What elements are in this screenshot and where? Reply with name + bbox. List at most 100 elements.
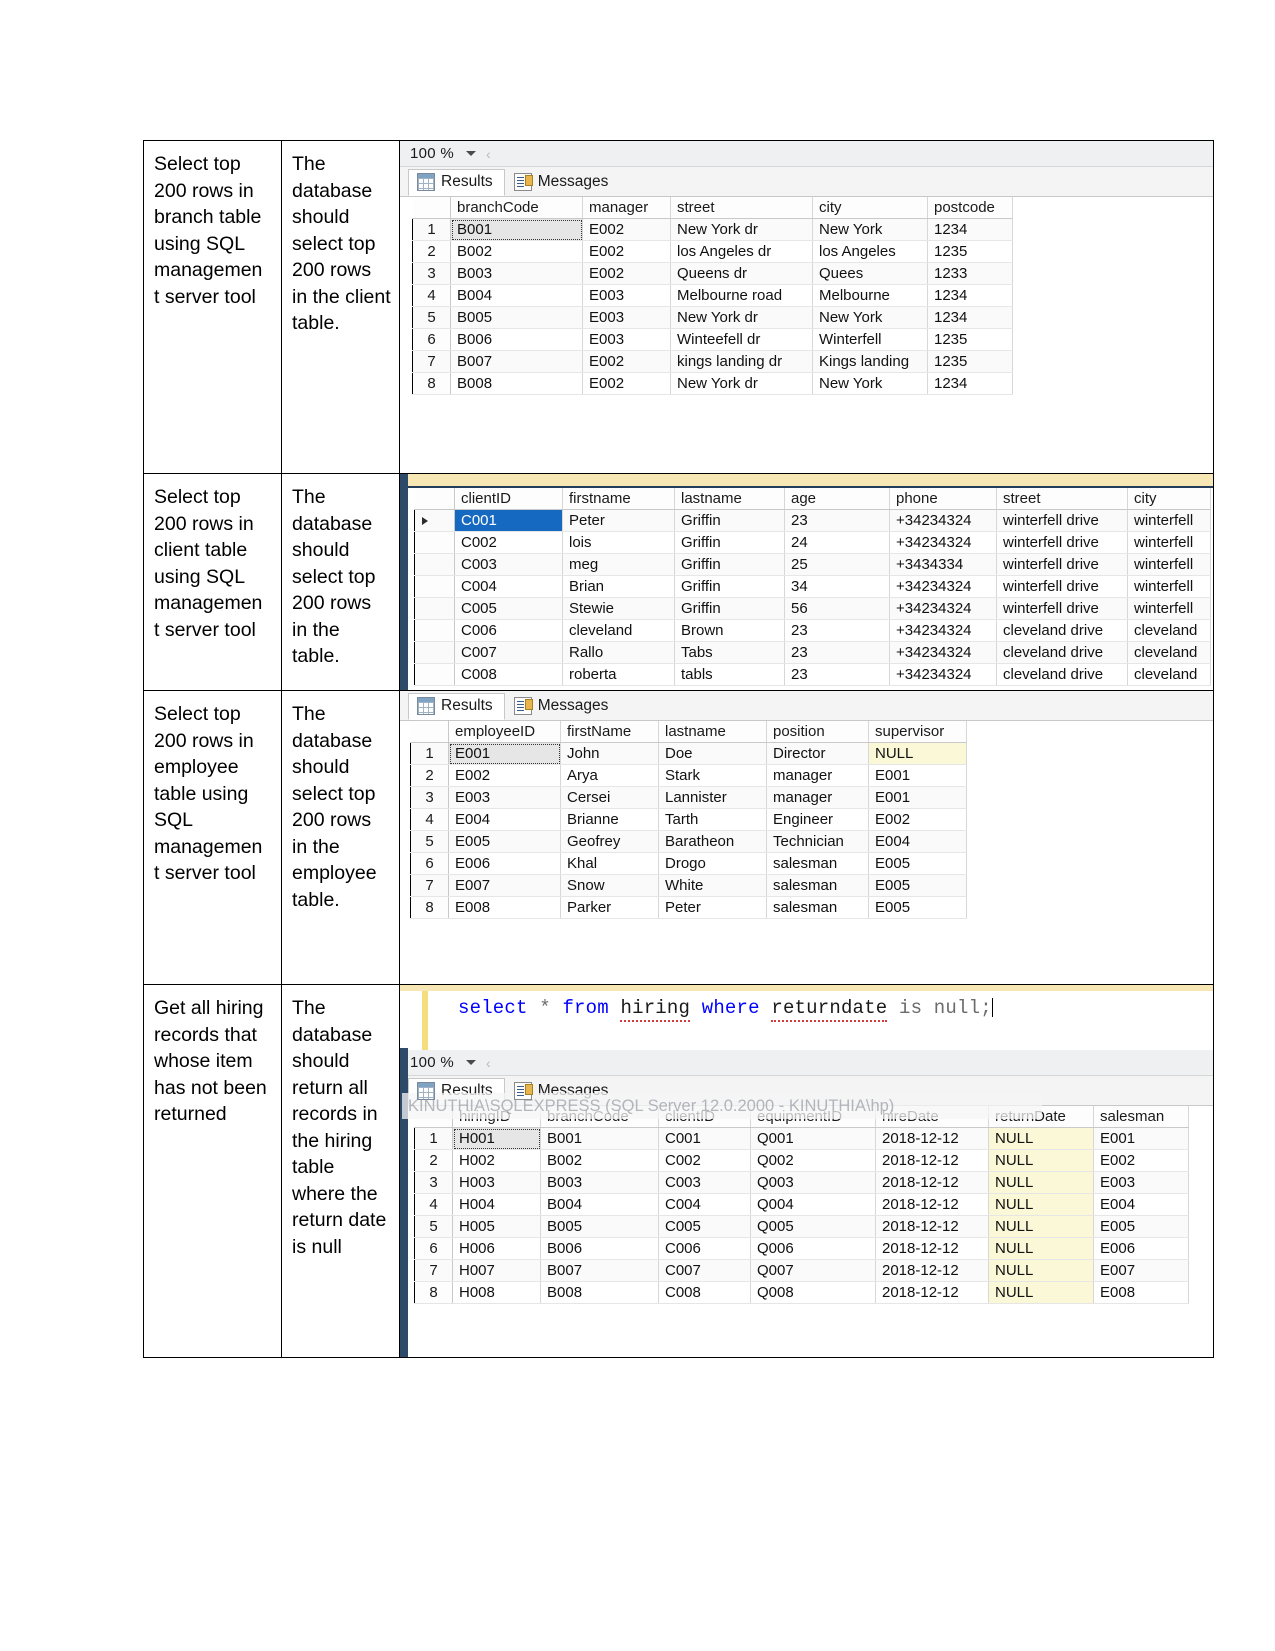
cell-clientid[interactable]: C007	[454, 641, 563, 664]
cell-salesman[interactable]: E008	[1093, 1281, 1189, 1304]
table-row[interactable]: C003 meg Griffin 25 +3434334 winterfell …	[414, 553, 1211, 576]
table-row[interactable]: 2 H002 B002 C002 Q002 2018-12-12 NULL E0…	[414, 1149, 1189, 1172]
cell-lastname[interactable]: Peter	[658, 896, 767, 919]
table-row[interactable]: 6 B006 E003 Winteefell dr Winterfell 123…	[412, 328, 1013, 351]
table-row[interactable]: C002 lois Griffin 24 +34234324 winterfel…	[414, 531, 1211, 554]
cell-street[interactable]: cleveland drive	[996, 619, 1128, 642]
cell-hiringid[interactable]: H002	[452, 1149, 541, 1172]
cell-street[interactable]: winterfell drive	[996, 597, 1128, 620]
cell-city[interactable]: Winterfell	[812, 328, 928, 351]
cell-branchcode[interactable]: B005	[540, 1215, 659, 1238]
cell-manager[interactable]: E003	[582, 284, 671, 307]
cell-branchcode[interactable]: B005	[450, 306, 583, 329]
cell-position[interactable]: salesman	[766, 874, 869, 897]
cell-branchcode[interactable]: B003	[450, 262, 583, 285]
tab-results[interactable]: Results	[408, 169, 505, 196]
cell-returndate[interactable]: NULL	[988, 1149, 1094, 1172]
cell-position[interactable]: manager	[766, 786, 869, 809]
cell-position[interactable]: Director	[766, 742, 869, 765]
cell-street[interactable]: cleveland drive	[996, 663, 1128, 686]
cell-position[interactable]: salesman	[766, 852, 869, 875]
column-header-supervisor[interactable]: supervisor	[868, 721, 967, 743]
cell-employeeid[interactable]: E007	[448, 874, 561, 897]
zoom-bar[interactable]: 100 % ‹	[400, 141, 1213, 167]
cell-firstname[interactable]: Geofrey	[560, 830, 659, 853]
cell-returndate[interactable]: NULL	[988, 1259, 1094, 1282]
column-header-clientid[interactable]: clientID	[454, 488, 563, 510]
table-row[interactable]: C008 roberta tabls 23 +34234324 clevelan…	[414, 663, 1211, 686]
cell-clientid[interactable]: C005	[454, 597, 563, 620]
cell-firstname[interactable]: Arya	[560, 764, 659, 787]
cell-clientid[interactable]: C004	[658, 1193, 751, 1216]
cell-supervisor[interactable]: E005	[868, 874, 967, 897]
cell-phone[interactable]: +34234324	[889, 575, 997, 598]
cell-postcode[interactable]: 1234	[927, 306, 1013, 329]
cell-clientid[interactable]: C008	[454, 663, 563, 686]
column-header-lastname[interactable]: lastname	[674, 488, 785, 510]
cell-salesman[interactable]: E001	[1093, 1127, 1189, 1150]
table-row[interactable]: 2 E002 Arya Stark manager E001	[410, 764, 967, 787]
cell-branchcode[interactable]: B007	[450, 350, 583, 373]
cell-street[interactable]: New York dr	[670, 218, 813, 241]
table-row[interactable]: 8 H008 B008 C008 Q008 2018-12-12 NULL E0…	[414, 1281, 1189, 1304]
cell-city[interactable]: winterfell	[1127, 575, 1211, 598]
cell-clientid[interactable]: C002	[658, 1149, 751, 1172]
cell-supervisor[interactable]: E005	[868, 852, 967, 875]
cell-manager[interactable]: E003	[582, 306, 671, 329]
cell-employeeid[interactable]: E008	[448, 896, 561, 919]
cell-postcode[interactable]: 1234	[927, 218, 1013, 241]
cell-employeeid[interactable]: E006	[448, 852, 561, 875]
cell-equipmentid[interactable]: Q001	[750, 1127, 876, 1150]
cell-branchcode[interactable]: B004	[540, 1193, 659, 1216]
cell-lastname[interactable]: Brown	[674, 619, 785, 642]
column-header-city[interactable]: city	[812, 197, 928, 219]
cell-employeeid[interactable]: E005	[448, 830, 561, 853]
table-row[interactable]: 5 E005 Geofrey Baratheon Technician E004	[410, 830, 967, 853]
table-row[interactable]: 6 H006 B006 C006 Q006 2018-12-12 NULL E0…	[414, 1237, 1189, 1260]
cell-lastname[interactable]: Lannister	[658, 786, 767, 809]
table-row[interactable]: 4 H004 B004 C004 Q004 2018-12-12 NULL E0…	[414, 1193, 1189, 1216]
cell-lastname[interactable]: Tabs	[674, 641, 785, 664]
cell-lastname[interactable]: tabls	[674, 663, 785, 686]
cell-postcode[interactable]: 1235	[927, 240, 1013, 263]
cell-supervisor[interactable]: E005	[868, 896, 967, 919]
cell-city[interactable]: cleveland	[1127, 619, 1211, 642]
cell-street[interactable]: New York dr	[670, 306, 813, 329]
table-row[interactable]: 8 E008 Parker Peter salesman E005	[410, 896, 967, 919]
cell-age[interactable]: 23	[784, 619, 890, 642]
cell-hiringid[interactable]: H006	[452, 1237, 541, 1260]
cell-branchcode[interactable]: B008	[540, 1281, 659, 1304]
row-selector[interactable]	[414, 553, 455, 576]
cell-clientid[interactable]: C002	[454, 531, 563, 554]
cell-manager[interactable]: E002	[582, 218, 671, 241]
tab-messages[interactable]: Messages	[505, 693, 621, 720]
cell-firstname[interactable]: John	[560, 742, 659, 765]
cell-manager[interactable]: E002	[582, 372, 671, 395]
cell-firstname[interactable]: roberta	[562, 663, 675, 686]
cell-postcode[interactable]: 1234	[927, 372, 1013, 395]
cell-salesman[interactable]: E003	[1093, 1171, 1189, 1194]
cell-manager[interactable]: E002	[582, 350, 671, 373]
cell-age[interactable]: 25	[784, 553, 890, 576]
table-row[interactable]: 1 H001 B001 C001 Q001 2018-12-12 NULL E0…	[414, 1127, 1189, 1150]
cell-branchcode[interactable]: B004	[450, 284, 583, 307]
cell-street[interactable]: Queens dr	[670, 262, 813, 285]
cell-lastname[interactable]: Drogo	[658, 852, 767, 875]
chevron-down-icon[interactable]	[466, 151, 477, 156]
table-row[interactable]: 1 E001 John Doe Director NULL	[410, 742, 967, 765]
cell-firstname[interactable]: Khal	[560, 852, 659, 875]
column-header-salesman[interactable]: salesman	[1093, 1106, 1189, 1128]
cell-city[interactable]: winterfell	[1127, 553, 1211, 576]
cell-supervisor[interactable]: E001	[868, 764, 967, 787]
cell-lastname[interactable]: Griffin	[674, 553, 785, 576]
table-row[interactable]: C004 Brian Griffin 34 +34234324 winterfe…	[414, 575, 1211, 598]
tab-messages[interactable]: Messages	[505, 169, 621, 196]
cell-postcode[interactable]: 1233	[927, 262, 1013, 285]
cell-lastname[interactable]: Griffin	[674, 597, 785, 620]
cell-firstname[interactable]: Cersei	[560, 786, 659, 809]
cell-clientid[interactable]: C001	[454, 509, 563, 532]
cell-salesman[interactable]: E004	[1093, 1193, 1189, 1216]
cell-city[interactable]: Kings landing	[812, 350, 928, 373]
table-row[interactable]: 7 H007 B007 C007 Q007 2018-12-12 NULL E0…	[414, 1259, 1189, 1282]
cell-city[interactable]: Quees	[812, 262, 928, 285]
